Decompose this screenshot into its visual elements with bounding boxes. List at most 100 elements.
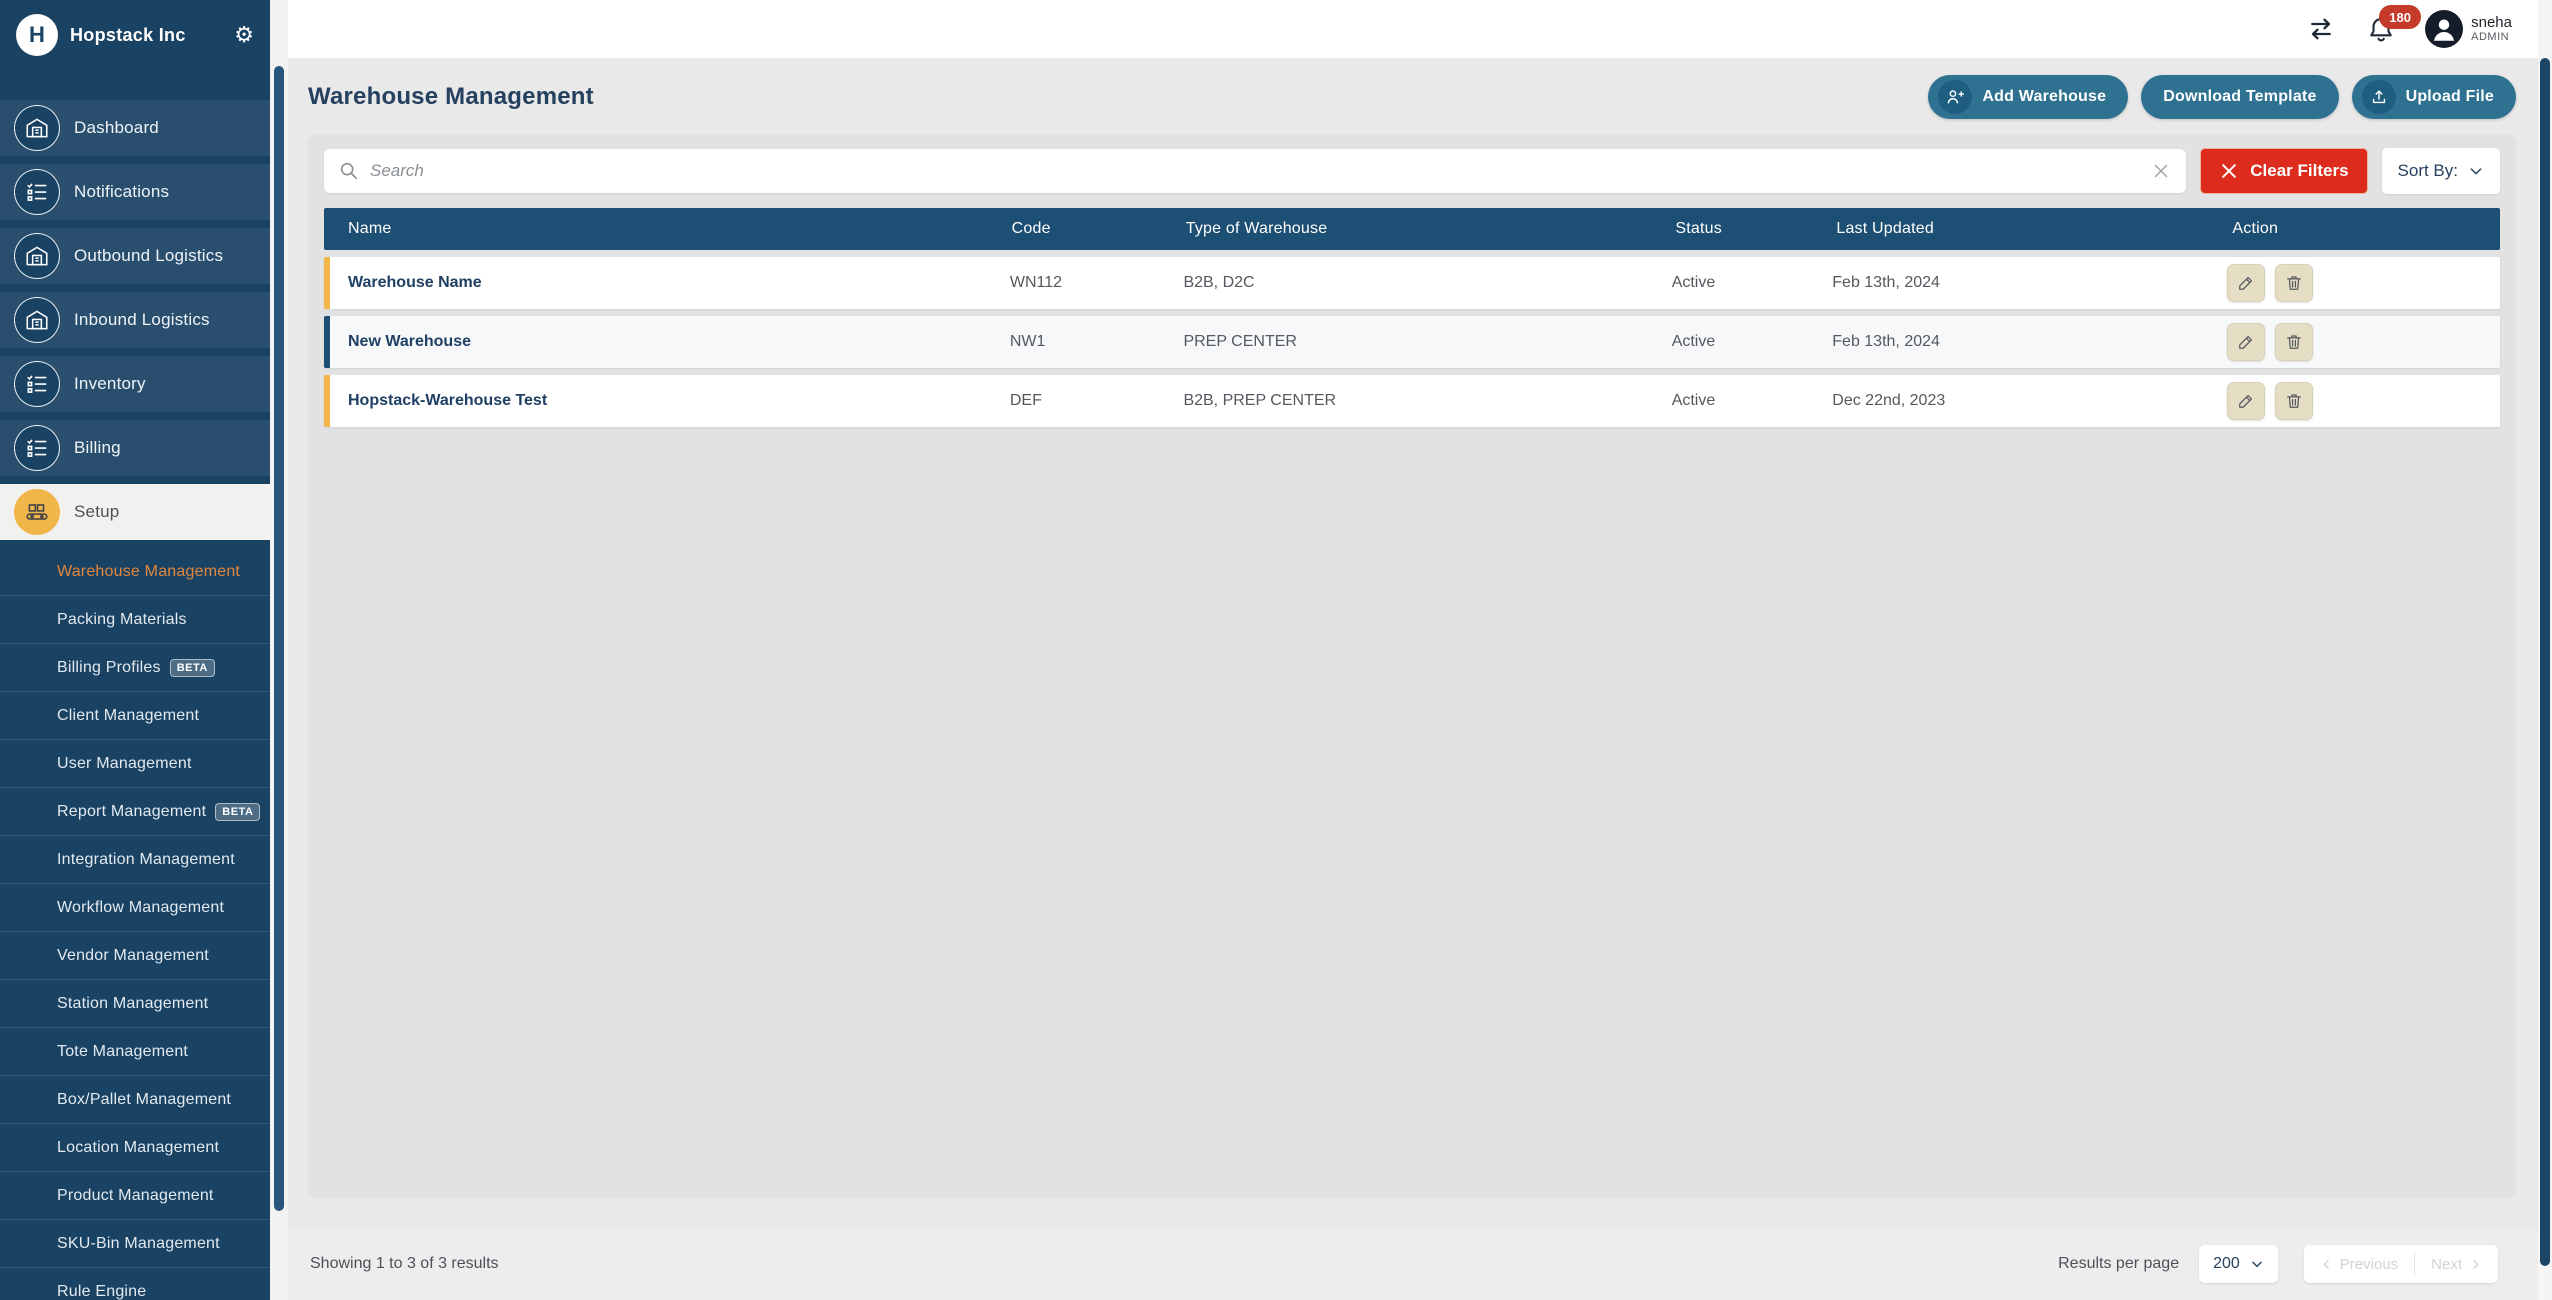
- sort-by-dropdown[interactable]: Sort By:: [2382, 148, 2500, 194]
- page-size-value: 200: [2213, 1255, 2240, 1273]
- sidebar-item-workflow-management[interactable]: Workflow Management: [0, 884, 270, 932]
- page-size-select[interactable]: 200: [2199, 1245, 2278, 1283]
- sidebar-item-client-management[interactable]: Client Management: [0, 692, 270, 740]
- sidebar-item-label: Outbound Logistics: [74, 246, 223, 266]
- sidebar-item-dashboard[interactable]: Dashboard: [0, 100, 270, 156]
- pager: Previous Next: [2304, 1245, 2498, 1283]
- brand-row: H Hopstack Inc ⚙: [0, 0, 270, 70]
- column-header-status: Status: [1651, 220, 1812, 238]
- add-warehouse-label: Add Warehouse: [1982, 88, 2106, 106]
- checklist-icon: [14, 425, 60, 471]
- column-header-type: Type of Warehouse: [1162, 220, 1652, 238]
- gear-icon[interactable]: ⚙: [234, 22, 254, 48]
- page-scrollbar: [2538, 0, 2552, 1300]
- add-warehouse-button[interactable]: Add Warehouse: [1928, 75, 2128, 119]
- upload-icon: [2362, 80, 2396, 114]
- cell-code: NW1: [992, 333, 1166, 351]
- sidebar-item-billing-profiles[interactable]: Billing ProfilesBETA: [0, 644, 270, 692]
- delete-button[interactable]: [2275, 382, 2313, 420]
- upload-file-button[interactable]: Upload File: [2352, 75, 2516, 119]
- sidebar-item-outbound-logistics[interactable]: Outbound Logistics: [0, 228, 270, 284]
- cell-last-updated: Feb 13th, 2024: [1814, 274, 2209, 292]
- sidebar-item-label: Notifications: [74, 182, 169, 202]
- sidebar-item-sku-bin-management[interactable]: SKU-Bin Management: [0, 1220, 270, 1268]
- sort-by-label: Sort By:: [2398, 161, 2458, 181]
- sub-item-label: SKU-Bin Management: [57, 1235, 220, 1253]
- user-plus-icon: [1938, 80, 1972, 114]
- sidebar-item-product-management[interactable]: Product Management: [0, 1172, 270, 1220]
- sidebar-item-notifications[interactable]: Notifications: [0, 164, 270, 220]
- sidebar-item-box-pallet-management[interactable]: Box/Pallet Management: [0, 1076, 270, 1124]
- search-box: [324, 149, 2186, 193]
- footer-controls: Results per page 200 Previous Next: [2058, 1245, 2498, 1283]
- user-role: ADMIN: [2471, 31, 2512, 44]
- cell-code: DEF: [992, 392, 1166, 410]
- sidebar-item-warehouse-management[interactable]: Warehouse Management: [0, 548, 270, 596]
- sidebar-item-report-management[interactable]: Report Management BETA: [0, 788, 270, 836]
- sidebar-item-integration-management[interactable]: Integration Management: [0, 836, 270, 884]
- cell-last-updated: Dec 22nd, 2023: [1814, 392, 2209, 410]
- download-template-button[interactable]: Download Template: [2141, 75, 2338, 119]
- sidebar-item-billing[interactable]: Billing: [0, 420, 270, 476]
- warehouse-name-link[interactable]: Warehouse Name: [330, 274, 992, 292]
- sidebar-item-user-management[interactable]: User Management: [0, 740, 270, 788]
- warehouse-name-link[interactable]: Hopstack-Warehouse Test: [330, 392, 992, 410]
- sidebar-item-tote-management[interactable]: Tote Management: [0, 1028, 270, 1076]
- upload-file-label: Upload File: [2406, 88, 2494, 106]
- cell-last-updated: Feb 13th, 2024: [1814, 333, 2209, 351]
- clear-search-icon[interactable]: [2150, 160, 2172, 182]
- sub-item-label: Warehouse Management: [57, 563, 240, 581]
- sidebar-item-setup[interactable]: Setup: [0, 484, 270, 540]
- cell-action: [2209, 382, 2500, 420]
- warehouse-name-link[interactable]: New Warehouse: [330, 333, 992, 351]
- delete-button[interactable]: [2275, 323, 2313, 361]
- column-header-last-updated: Last Updated: [1812, 220, 2208, 238]
- user-menu[interactable]: sneha ADMIN: [2425, 10, 2512, 48]
- sidebar-item-label: Setup: [74, 502, 119, 522]
- notification-count-badge: 180: [2379, 5, 2421, 29]
- column-header-action: Action: [2208, 220, 2500, 238]
- delete-button[interactable]: [2275, 264, 2313, 302]
- column-header-code: Code: [988, 220, 1162, 238]
- sub-item-label: Tote Management: [57, 1043, 188, 1061]
- next-label: Next: [2431, 1256, 2462, 1273]
- sidebar-item-packing-materials[interactable]: Packing Materials: [0, 596, 270, 644]
- edit-button[interactable]: [2227, 382, 2265, 420]
- sidebar-nav: Dashboard Notifications Outbound Logisti…: [0, 70, 270, 1300]
- search-input[interactable]: [370, 161, 2150, 181]
- checklist-icon: [14, 361, 60, 407]
- sidebar-item-vendor-management[interactable]: Vendor Management: [0, 932, 270, 980]
- sidebar-scrollbar-thumb[interactable]: [274, 66, 284, 1211]
- user-name: sneha: [2471, 14, 2512, 31]
- page-scrollbar-thumb[interactable]: [2540, 58, 2550, 1266]
- cell-status: Active: [1654, 333, 1815, 351]
- next-page-button[interactable]: Next: [2415, 1245, 2498, 1283]
- table-panel: Clear Filters Sort By: Name Code Type of…: [308, 134, 2516, 1198]
- pagination-footer: Showing 1 to 3 of 3 results Results per …: [288, 1228, 2538, 1300]
- transfer-icon[interactable]: [2305, 13, 2337, 45]
- clear-filters-button[interactable]: Clear Filters: [2200, 148, 2367, 194]
- warehouse-box-icon: [14, 297, 60, 343]
- sidebar-item-label: Dashboard: [74, 118, 159, 138]
- x-icon: [2219, 161, 2239, 181]
- sidebar-item-inventory[interactable]: Inventory: [0, 356, 270, 412]
- sidebar-item-rule-engine[interactable]: Rule Engine: [0, 1268, 270, 1300]
- table-row: Warehouse Name WN112 B2B, D2C Active Feb…: [324, 257, 2500, 309]
- sidebar-item-station-management[interactable]: Station Management: [0, 980, 270, 1028]
- edit-button[interactable]: [2227, 323, 2265, 361]
- beta-badge: BETA: [215, 803, 260, 821]
- conveyor-icon: [14, 489, 60, 535]
- toolbar: Add Warehouse Download Template Upload F…: [1928, 75, 2516, 119]
- cell-code: WN112: [992, 274, 1166, 292]
- checklist-icon: [14, 169, 60, 215]
- sidebar-item-inbound-logistics[interactable]: Inbound Logistics: [0, 292, 270, 348]
- edit-button[interactable]: [2227, 264, 2265, 302]
- sidebar-item-location-management[interactable]: Location Management: [0, 1124, 270, 1172]
- notifications-bell-icon[interactable]: 180: [2365, 13, 2397, 45]
- setup-submenu: Warehouse Management Packing Materials B…: [0, 548, 270, 1300]
- previous-page-button[interactable]: Previous: [2304, 1245, 2414, 1283]
- chevron-down-icon: [2468, 163, 2484, 179]
- sub-item-label: Report Management: [57, 803, 206, 821]
- app-root: H Hopstack Inc ⚙ Dashboard Notifications: [0, 0, 2552, 1300]
- sub-item-label: Packing Materials: [57, 611, 187, 629]
